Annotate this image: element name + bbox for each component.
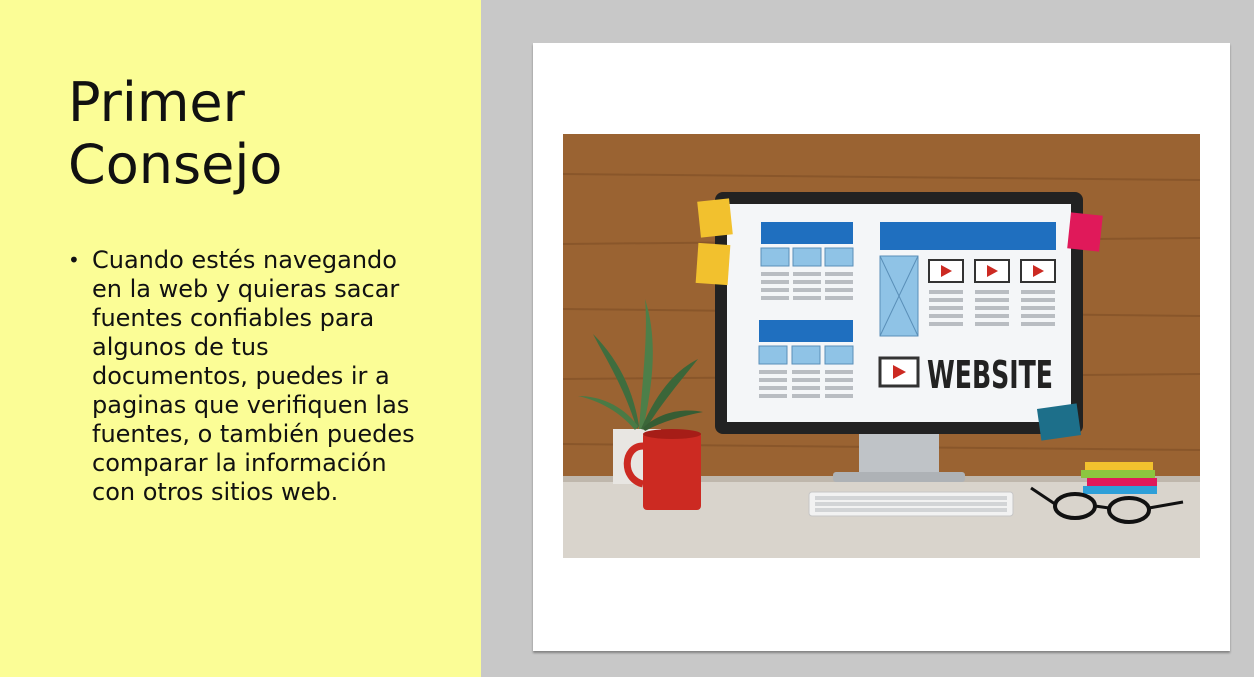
website-photo: WEBSITE [563,134,1200,558]
bullet-icon: • [68,248,80,272]
bullet-list: • Cuando estés navegando en la web y qui… [68,246,428,507]
books-icon [1081,462,1157,494]
video-icons [928,259,1056,283]
bullet-item: • Cuando estés navegando en la web y qui… [68,246,428,507]
text-panel: Primer Consejo • Cuando estés navegando … [0,0,481,677]
website-illustration: WEBSITE [563,134,1200,558]
slide-title: Primer Consejo [68,71,283,196]
bullet-text: Cuando estés navegando en la web y quier… [92,246,415,506]
website-word: WEBSITE [927,353,1053,397]
keyboard-icon [808,491,1014,517]
